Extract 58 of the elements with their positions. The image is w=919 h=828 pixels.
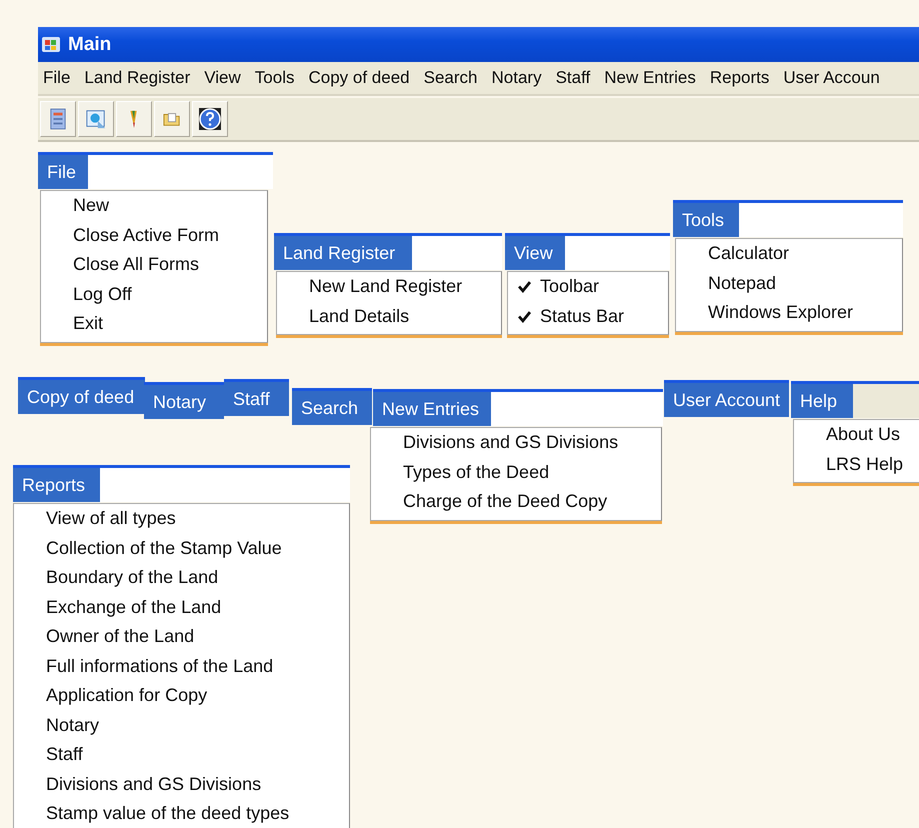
- menu-item[interactable]: Exchange of the Land: [46, 596, 222, 618]
- menu-tab[interactable]: Tools: [673, 203, 739, 237]
- help-icon: [198, 107, 222, 131]
- menu-tab[interactable]: Copy of deed: [18, 380, 145, 414]
- menu-item[interactable]: Staff: [556, 68, 590, 88]
- document-icon: [49, 108, 67, 130]
- menu-item[interactable]: View of all types: [46, 508, 176, 530]
- menu-tab[interactable]: Staff: [224, 382, 289, 416]
- menu-item[interactable]: Charge of the Deed Copy: [403, 491, 608, 512]
- menu-item[interactable]: Toolbar: [540, 276, 600, 298]
- menu-tab[interactable]: New Entries: [373, 392, 491, 426]
- menu-tab[interactable]: Search: [292, 391, 372, 425]
- menu-item[interactable]: Exit: [73, 313, 104, 334]
- menu-item[interactable]: Status Bar: [540, 306, 624, 327]
- menu-item[interactable]: Copy of deed: [308, 68, 410, 88]
- picture-icon: [85, 108, 107, 130]
- menu-item[interactable]: User Accoun: [783, 68, 880, 88]
- menu-item[interactable]: Reports: [710, 68, 770, 88]
- menu-item[interactable]: Full informations of the Land: [46, 656, 274, 677]
- menu-item[interactable]: Types of the Deed: [403, 462, 550, 483]
- menu-item[interactable]: Application for Copy: [46, 685, 208, 706]
- menu-item[interactable]: Log Off: [73, 284, 132, 305]
- menu-item[interactable]: Close All Forms: [73, 254, 200, 276]
- toolbar-button[interactable]: [192, 101, 228, 137]
- menu-item[interactable]: New Entries: [604, 68, 696, 88]
- menu-item[interactable]: About Us: [826, 424, 900, 446]
- menu-item[interactable]: New Land Register: [309, 276, 462, 298]
- menu-item[interactable]: Notepad: [708, 272, 776, 294]
- menu-item[interactable]: File: [43, 68, 70, 88]
- menu-tab[interactable]: Land Register: [274, 236, 412, 270]
- menu-item[interactable]: Divisions and GS Divisions: [46, 774, 262, 795]
- menu-item[interactable]: Notary: [46, 714, 100, 736]
- menu-item[interactable]: Close Active Form: [73, 224, 220, 246]
- menu-item[interactable]: Stamp value of the deed types: [46, 803, 290, 824]
- folder-icon: [162, 110, 182, 128]
- menu-tab[interactable]: Notary: [144, 385, 224, 419]
- menu-item[interactable]: Land Details: [309, 306, 410, 327]
- menu-item[interactable]: LRS Help: [826, 454, 904, 475]
- menu-tab[interactable]: Help: [791, 384, 853, 418]
- menu-item[interactable]: Search: [424, 68, 478, 88]
- menu-item[interactable]: Calculator: [708, 243, 790, 264]
- menu-tab[interactable]: View: [505, 236, 565, 270]
- menu-tab[interactable]: File: [38, 155, 88, 189]
- menu-item[interactable]: Notary: [492, 68, 542, 88]
- menu-item[interactable]: View: [204, 68, 241, 88]
- menu-item[interactable]: Divisions and GS Divisions: [403, 432, 618, 454]
- menu-item[interactable]: Tools: [254, 68, 294, 88]
- menu-item[interactable]: Boundary of the Land: [46, 567, 218, 588]
- window-title: Main: [68, 34, 112, 56]
- app-icon: [40, 34, 62, 54]
- menu-item[interactable]: Staff: [46, 744, 83, 766]
- menu-tab[interactable]: User Account: [664, 383, 789, 417]
- menu-item[interactable]: New: [73, 195, 110, 216]
- menu-tab[interactable]: Reports: [13, 468, 100, 502]
- menu-item[interactable]: Land Register: [84, 68, 190, 88]
- menu-item[interactable]: Windows Explorer: [708, 302, 854, 324]
- menu-item[interactable]: Collection of the Stamp Value: [46, 538, 282, 559]
- menu-item[interactable]: Owner of the Land: [46, 626, 194, 648]
